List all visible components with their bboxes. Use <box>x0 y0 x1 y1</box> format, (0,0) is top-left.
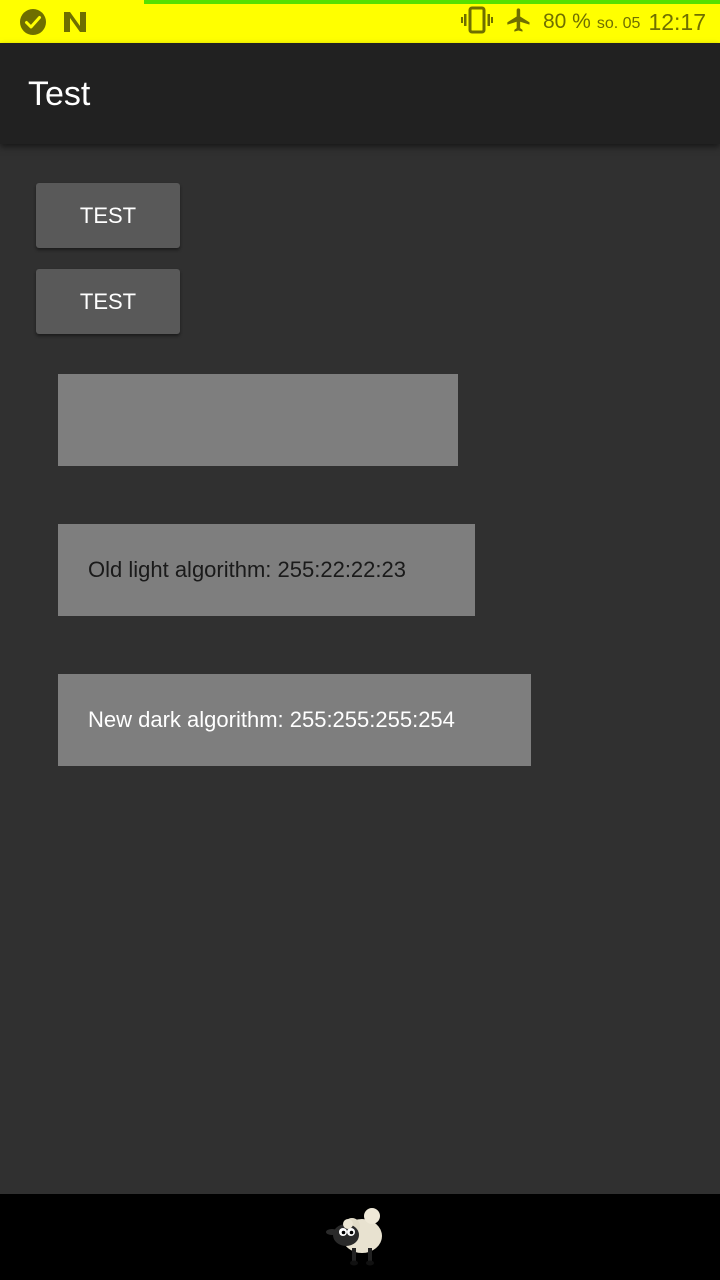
status-date: so. 05 <box>596 15 641 32</box>
test-button-2[interactable]: TEST <box>36 269 180 334</box>
download-progress-bar <box>86 0 720 4</box>
status-bar: 80 % so. 05 12:17 <box>0 0 720 43</box>
battery-percent: 80 % <box>542 10 591 33</box>
sheep-mascot-icon[interactable] <box>322 1202 394 1273</box>
progress-notch <box>86 0 144 4</box>
app-title: Test <box>28 75 91 113</box>
vibrate-icon <box>460 6 493 39</box>
airplane-icon <box>505 6 533 39</box>
new-dark-algorithm-text: New dark algorithm: 255:255:255:254 <box>58 674 531 766</box>
navigation-bar <box>0 1194 720 1280</box>
empty-color-box <box>58 374 458 466</box>
test-button-1[interactable]: TEST <box>36 183 180 248</box>
check-circle-icon <box>19 8 47 41</box>
status-right-group: 80 % so. 05 12:17 <box>460 6 706 39</box>
n-icon <box>61 8 89 41</box>
old-light-algorithm-text: Old light algorithm: 255:22:22:23 <box>58 524 475 616</box>
app-bar: Test <box>0 43 720 144</box>
status-time: 12:17 <box>648 8 706 35</box>
